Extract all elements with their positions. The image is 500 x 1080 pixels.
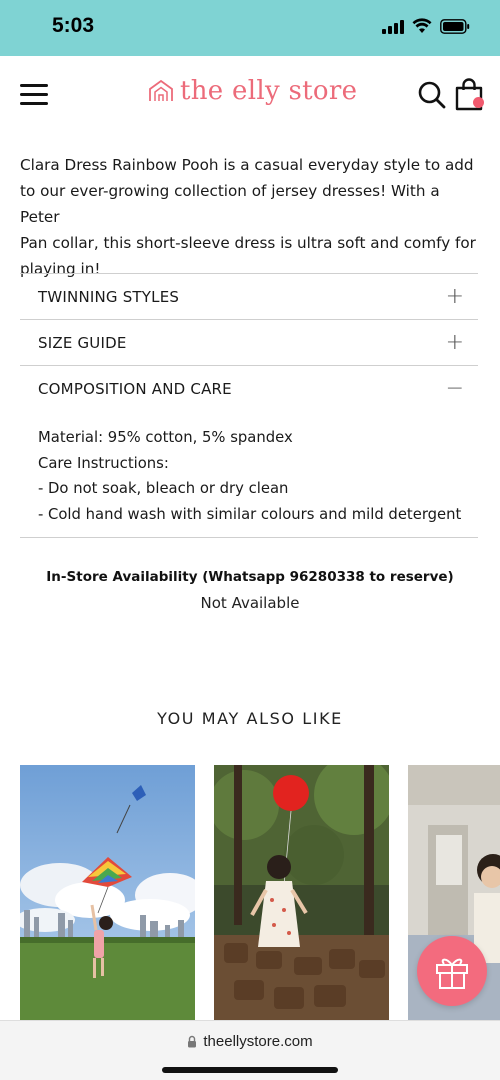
accordion-header-size-guide[interactable]: SIZE GUIDE + [20, 320, 478, 365]
product-description: Clara Dress Rainbow Pooh is a casual eve… [20, 152, 480, 282]
accordion-header-composition-and-care[interactable]: COMPOSITION AND CARE − [20, 366, 478, 411]
recommended-product-card[interactable] [214, 765, 389, 1020]
lock-icon [188, 1035, 197, 1048]
accordion-title: SIZE GUIDE [38, 333, 127, 352]
product-accordion: TWINNING STYLES + SIZE GUIDE + COMPOSITI… [20, 273, 478, 538]
gift-icon [436, 958, 468, 989]
store-logo[interactable]: the elly store [148, 76, 357, 106]
accordion-composition-and-care: COMPOSITION AND CARE − Material: 95% cot… [20, 365, 478, 537]
status-icons [382, 18, 470, 34]
accordion-title: COMPOSITION AND CARE [38, 379, 232, 398]
in-store-availability-title: In-Store Availability (Whatsapp 96280338… [46, 569, 454, 585]
url-display[interactable]: theellystore.com [0, 1033, 500, 1050]
plus-icon: + [445, 283, 464, 309]
girl-flying-rainbow-kite-photo [20, 765, 195, 1020]
site-header: the elly store [0, 56, 500, 136]
home-indicator [162, 1067, 338, 1073]
hamburger-menu-icon[interactable] [20, 82, 50, 108]
cellular-signal-icon [382, 18, 404, 34]
cart-badge [473, 97, 484, 108]
battery-icon [440, 18, 470, 34]
girl-with-red-balloon-on-tree-stumps-photo [214, 765, 389, 1020]
logo-text: the elly store [180, 76, 358, 106]
house-logo-icon [149, 79, 173, 101]
accordion-twinning-styles: TWINNING STYLES + [20, 273, 478, 319]
url-text: theellystore.com [203, 1033, 313, 1050]
recommended-product-card[interactable] [20, 765, 195, 1020]
recommendations-heading: YOU MAY ALSO LIKE [157, 709, 343, 728]
minus-icon: − [445, 375, 464, 401]
description-line: Pan collar, this short-sleeve dress is u… [20, 234, 476, 252]
in-store-availability-value: Not Available [200, 594, 300, 612]
plus-icon: + [445, 329, 464, 355]
gift-button[interactable] [417, 936, 487, 1006]
search-icon[interactable] [417, 80, 447, 110]
wifi-icon [412, 18, 432, 33]
care-line: Material: 95% cotton, 5% spandex [38, 429, 293, 446]
shopping-bag-icon[interactable] [454, 78, 486, 112]
care-line: Care Instructions: [38, 454, 169, 472]
care-line: - Cold hand wash with similar colours an… [38, 505, 462, 523]
status-bar: 5:03 [0, 0, 500, 56]
accordion-size-guide: SIZE GUIDE + [20, 319, 478, 365]
description-line: Clara Dress Rainbow Pooh is a casual eve… [20, 156, 474, 174]
browser-url-bar[interactable]: theellystore.com [0, 1020, 500, 1080]
accordion-divider [20, 537, 478, 538]
care-line: - Do not soak, bleach or dry clean [38, 480, 289, 497]
accordion-content-composition: Material: 95% cotton, 5% spandex Care In… [20, 411, 478, 537]
accordion-title: TWINNING STYLES [38, 287, 180, 306]
description-line: to our ever-growing collection of jersey… [20, 182, 440, 226]
accordion-header-twinning-styles[interactable]: TWINNING STYLES + [20, 274, 478, 319]
status-time: 5:03 [52, 14, 95, 37]
